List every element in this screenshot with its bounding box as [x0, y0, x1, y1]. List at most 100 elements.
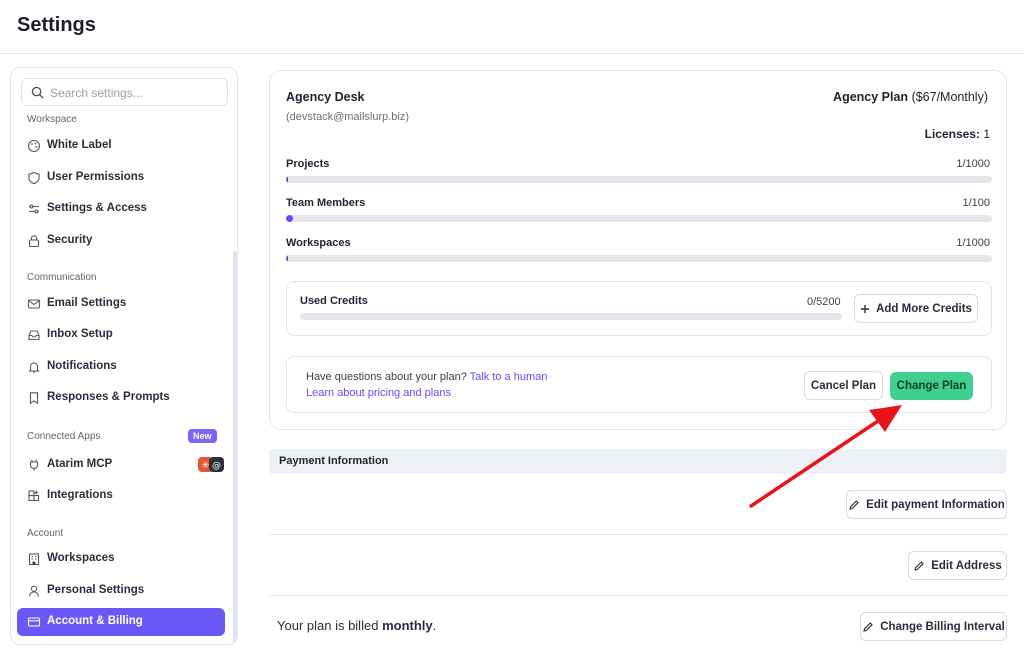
edit-address-label: Edit Address [931, 559, 1002, 572]
account-name: Agency Desk [286, 90, 365, 104]
card-icon [27, 617, 41, 627]
shield-icon [28, 171, 40, 185]
building-icon [28, 553, 40, 566]
help-question-text: Have questions about your plan? [306, 371, 467, 383]
sidebar-item-account-billing[interactable]: Account & Billing [17, 608, 225, 636]
sidebar-item-label: Inbox Setup [47, 328, 113, 340]
plan-help-box: Have questions about your plan? Talk to … [286, 356, 992, 413]
sidebar-item-personal-settings[interactable]: Personal Settings [17, 577, 225, 605]
projects-progress-bar [286, 176, 992, 183]
sidebar-item-label: Email Settings [47, 297, 127, 309]
billed-interval: monthly [382, 618, 433, 633]
usage-value-team-members: 1/100 [962, 197, 990, 209]
credits-label: Used Credits [300, 295, 368, 307]
licenses-info: Licenses: 1 [925, 127, 990, 141]
progress-fill [286, 176, 289, 183]
sidebar-scrollbar[interactable] [233, 251, 237, 644]
sidebar-item-inbox-setup[interactable]: Inbox Setup [17, 321, 225, 349]
sidebar-item-responses-prompts[interactable]: Responses & Prompts [17, 384, 225, 412]
pencil-icon [914, 560, 925, 571]
new-badge: New [188, 429, 217, 443]
section-label-workspace: Workspace [27, 114, 77, 125]
credits-value: 0/5200 [807, 296, 841, 308]
edit-payment-button[interactable]: Edit payment Information [846, 490, 1007, 519]
change-billing-interval-label: Change Billing Interval [880, 620, 1005, 633]
cancel-plan-button[interactable]: Cancel Plan [804, 371, 883, 400]
pricing-plans-link[interactable]: Learn about pricing and plans [306, 387, 451, 399]
mail-icon [27, 299, 41, 309]
credits-box: Used Credits 0/5200 Add More Credits [286, 281, 992, 336]
pencil-icon [863, 621, 873, 632]
sidebar-item-label: Workspaces [47, 552, 115, 564]
sidebar-item-label: Account & Billing [47, 615, 143, 627]
progress-fill [286, 255, 289, 262]
change-plan-label: Change Plan [896, 380, 967, 392]
search-icon [31, 86, 44, 99]
change-plan-button[interactable]: Change Plan [890, 372, 973, 400]
sidebar-item-label: User Permissions [47, 171, 145, 183]
sidebar-item-white-label[interactable]: White Label [17, 132, 225, 160]
sidebar-item-label: Settings & Access [47, 202, 147, 214]
billed-prefix: Your plan is billed [277, 618, 379, 633]
account-email: (devstack@mailslurp.biz) [286, 111, 410, 123]
usage-label-projects: Projects [286, 158, 330, 170]
add-credits-label: Add More Credits [876, 302, 972, 315]
usage-value-workspaces: 1/1000 [956, 237, 990, 249]
billed-suffix: . [432, 618, 437, 633]
sidebar-item-label: Integrations [47, 489, 113, 501]
grid-plus-icon [28, 490, 40, 502]
settings-sidebar: Workspace White Label User Permissions S… [10, 67, 238, 645]
talk-to-human-link[interactable]: Talk to a human [470, 371, 548, 383]
sidebar-item-user-permissions[interactable]: User Permissions [17, 164, 225, 192]
progress-fill [286, 215, 293, 222]
section-label-communication: Communication [27, 272, 97, 283]
payment-section-header: Payment Information [269, 449, 1007, 474]
usage-label-team-members: Team Members [286, 197, 366, 209]
help-question: Have questions about your plan? Talk to … [306, 371, 547, 383]
lock-icon [28, 235, 40, 248]
plan-price: ($67/Monthly) [911, 90, 988, 104]
section-divider [269, 595, 1007, 596]
sidebar-item-email-settings[interactable]: Email Settings [17, 290, 225, 318]
sidebar-item-integrations[interactable]: Integrations [17, 482, 225, 510]
sidebar-item-label: Atarim MCP [47, 458, 113, 470]
sidebar-item-atarim-mcp[interactable]: Atarim MCP [17, 451, 225, 479]
sidebar-item-settings-access[interactable]: Settings & Access [17, 195, 225, 223]
credits-progress-bar [300, 313, 842, 320]
sidebar-item-label: Personal Settings [47, 584, 145, 596]
workspaces-progress-bar [286, 255, 992, 262]
edit-address-button[interactable]: Edit Address [908, 551, 1007, 580]
sidebar-item-label: Responses & Prompts [47, 391, 170, 403]
sidebar-item-label: Notifications [47, 360, 117, 372]
section-divider [269, 534, 1007, 535]
cancel-plan-label: Cancel Plan [810, 379, 877, 392]
payment-section-title: Payment Information [279, 455, 389, 467]
plus-icon [861, 304, 870, 313]
palette-icon [27, 139, 41, 153]
billing-interval-text: Your plan is billed monthly. [277, 618, 436, 633]
inbox-icon [28, 330, 40, 341]
licenses-value: 1 [983, 127, 990, 141]
team-members-progress-bar [286, 215, 992, 222]
add-more-credits-button[interactable]: Add More Credits [854, 294, 978, 323]
plug-icon [29, 459, 39, 471]
search-box[interactable] [21, 78, 228, 106]
section-label-connected-apps: Connected Apps [27, 431, 101, 442]
search-input[interactable] [50, 83, 220, 103]
plan-info: Agency Plan ($67/Monthly) [833, 90, 988, 104]
sidebar-item-workspaces[interactable]: Workspaces [17, 545, 225, 573]
sidebar-item-label: White Label [47, 139, 112, 151]
change-billing-interval-button[interactable]: Change Billing Interval [860, 612, 1007, 641]
sidebar-item-security[interactable]: Security [17, 227, 225, 255]
bell-icon [28, 362, 40, 373]
licenses-label: Licenses: [924, 127, 980, 141]
sliders-icon [29, 204, 39, 214]
svg-text:✳: ✳ [202, 461, 210, 471]
sidebar-item-label: Security [47, 234, 93, 246]
plan-name: Agency Plan [833, 90, 909, 104]
sidebar-item-notifications[interactable]: Notifications [17, 353, 225, 381]
user-icon [28, 585, 40, 597]
page-title: Settings [17, 14, 96, 36]
section-label-account: Account [27, 528, 64, 539]
usage-value-projects: 1/1000 [956, 158, 990, 170]
